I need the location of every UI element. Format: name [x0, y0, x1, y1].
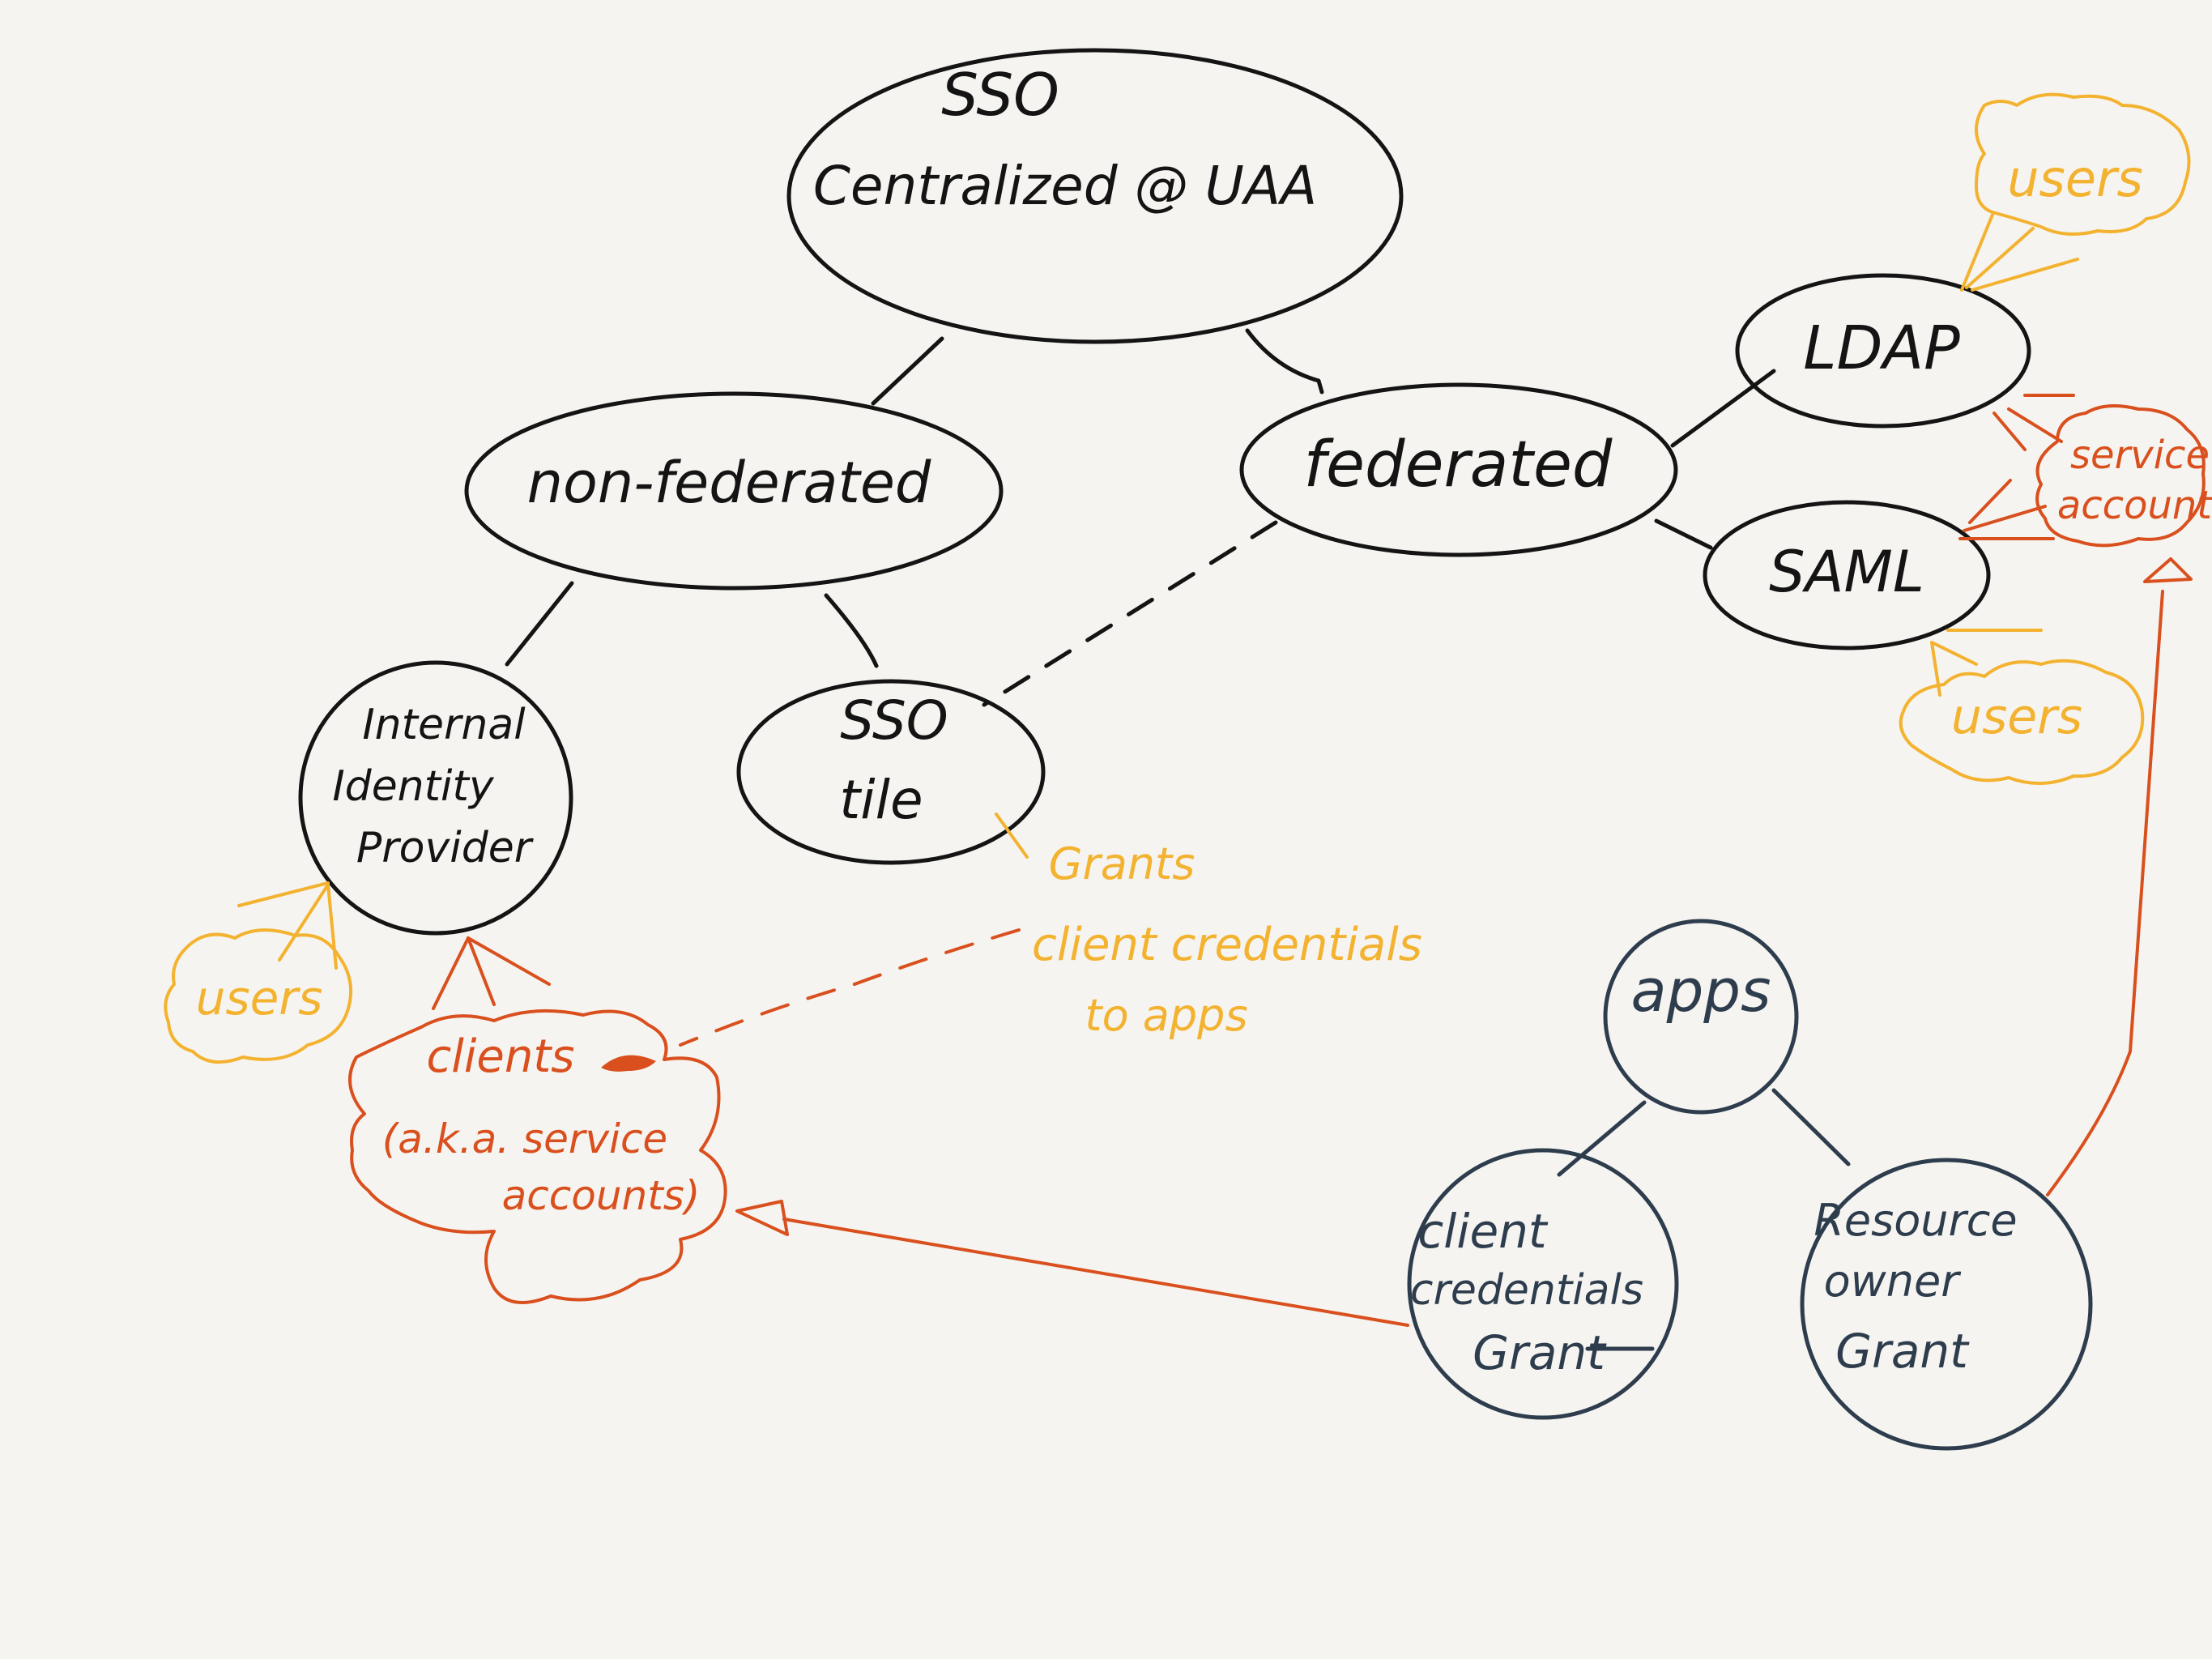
apps-label: apps	[1630, 957, 1771, 1025]
client-credentials-line2: credentials	[1410, 1266, 1643, 1315]
navy-connectors	[1557, 1088, 1851, 1177]
resource-owner-line2: owner	[1824, 1256, 1962, 1307]
cloud-service-accounts: service accounts	[1958, 394, 2212, 548]
cloud-users-idp: users	[164, 881, 353, 1064]
arrowhead-clients	[735, 1200, 789, 1236]
client-credentials-line1: client	[1417, 1204, 1549, 1259]
service-accounts-line1: service	[2070, 433, 2210, 478]
clients-arrow-to-idp-2	[467, 936, 496, 1006]
edge-sso-to-nonfederated	[871, 336, 944, 406]
node-federated: federated	[1239, 382, 1678, 557]
grants-line3: to apps	[1085, 990, 1247, 1041]
black-connectors	[505, 328, 1776, 707]
whiteboard-diagram: SSO Centralized @ UAA non-federated fede…	[164, 48, 2212, 1451]
service-accounts-line2: accounts	[2057, 483, 2212, 528]
service-accounts-arrow-saml-2	[1963, 505, 2047, 532]
sso-tile-line2: tile	[839, 769, 923, 831]
edge-federated-to-ssotile-dashed	[982, 520, 1278, 707]
edge-client-credentials-to-clients	[782, 1218, 1409, 1327]
users-saml-label: users	[1951, 689, 2082, 745]
clients-line1: clients	[427, 1030, 575, 1083]
service-accounts-arrow-saml-1	[1968, 479, 2012, 524]
sso-root-subtitle: Centralized @ UAA	[813, 155, 1317, 217]
node-apps: apps	[1603, 919, 1799, 1115]
client-credentials-line3: Grant	[1473, 1325, 1607, 1380]
resource-owner-line3: Grant	[1835, 1324, 1970, 1379]
service-accounts-arrow-ldap-3	[1993, 412, 2027, 451]
edge-resource-owner-to-service-accounts	[2046, 590, 2164, 1196]
node-resource-owner-grant: Resource owner Grant	[1800, 1158, 2093, 1451]
node-sso-tile: SSO tile	[736, 679, 1046, 865]
clients-line2: (a.k.a. service	[382, 1115, 667, 1162]
users-idp-label: users	[196, 970, 323, 1026]
users-idp-pointer-1	[237, 881, 330, 907]
ldap-label: LDAP	[1803, 313, 1960, 383]
node-sso-root: SSO Centralized @ UAA	[786, 48, 1404, 344]
sso-tile-line1: SSO	[840, 689, 948, 752]
node-ldap: LDAP	[1735, 273, 2031, 429]
grants-line1: Grants	[1049, 838, 1196, 889]
users-ldap-pointer-3	[1971, 258, 2079, 292]
internal-idp-line3: Provider	[356, 824, 535, 872]
internal-idp-line2: Identity	[332, 762, 495, 811]
saml-label: SAML	[1769, 539, 1924, 605]
edge-federated-to-saml	[1654, 518, 1713, 550]
arrowhead-service-accounts	[2143, 557, 2193, 583]
edge-nonfederated-to-idp	[505, 581, 574, 667]
federated-label: federated	[1304, 429, 1613, 501]
resource-owner-line1: Resource	[1813, 1195, 2017, 1246]
users-idp-pointer-3	[326, 883, 338, 970]
users-ldap-label: users	[2007, 149, 2143, 208]
node-internal-identity-provider: Internal Identity Provider	[298, 660, 573, 936]
node-saml: SAML	[1703, 500, 1991, 650]
edge-sso-to-federated	[1245, 328, 1324, 394]
clients-scribble-mark	[601, 1055, 656, 1072]
grants-line2: client credentials	[1032, 919, 1422, 971]
sso-root-title: SSO	[941, 61, 1059, 129]
annotation-grants: Grants client credentials to apps	[995, 812, 1422, 1041]
clients-line3: accounts)	[502, 1172, 701, 1219]
edge-nonfederated-to-ssotile	[824, 593, 879, 668]
non-federated-label: non-federated	[527, 450, 931, 516]
users-idp-pointer-2	[278, 883, 330, 962]
edge-ssotile-to-clients-dashed	[679, 928, 1021, 1047]
edge-apps-to-resource-owner	[1771, 1088, 1851, 1166]
node-client-credentials-grant: client credentials Grant	[1407, 1148, 1679, 1420]
service-accounts-arrow-ldap-2	[2007, 407, 2063, 443]
cloud-clients: clients (a.k.a. service accounts)	[348, 936, 727, 1304]
users-saml-arrowhead	[1930, 641, 1978, 697]
node-non-federated: non-federated	[464, 391, 1004, 591]
cloud-users-ldap: users	[1960, 92, 2191, 292]
cloud-users-saml: users	[1899, 629, 2145, 785]
edge-federated-to-ldap	[1670, 369, 1776, 448]
internal-idp-line1: Internal	[362, 701, 526, 749]
